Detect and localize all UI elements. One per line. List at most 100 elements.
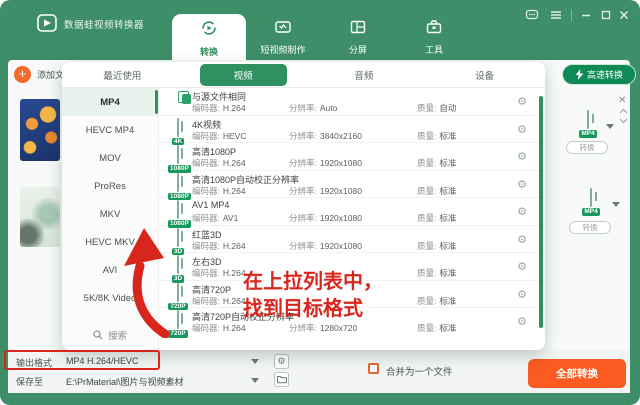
- tab-short-video[interactable]: 短视频制作: [252, 14, 314, 60]
- close-button[interactable]: [616, 8, 632, 24]
- output-format-label: 输出格式: [16, 356, 52, 369]
- format-row-same-as-source[interactable]: 与源文件相同 编码器:H.264 分辨率:Auto 质量:自动 ⚙: [159, 88, 545, 116]
- plus-icon: +: [14, 66, 31, 83]
- panel-tab-device-label: 设备: [441, 64, 528, 86]
- file2-action-button[interactable]: 转换: [569, 221, 611, 234]
- output-format-caret-icon[interactable]: [251, 359, 259, 364]
- save-path-value[interactable]: E:\PrMaterial\图片与视频素材: [66, 375, 184, 388]
- remove-file-icon[interactable]: ✕: [618, 96, 626, 106]
- app-window: 数据蛙视频转换器 转换 短视频制作: [0, 0, 640, 405]
- feedback-icon[interactable]: [524, 8, 540, 24]
- sidebar-item-mov[interactable]: MOV: [62, 144, 158, 172]
- tab-split-screen[interactable]: 分屏: [334, 14, 382, 60]
- row-settings-gear-icon[interactable]: ⚙: [517, 315, 527, 328]
- sidebar-item-label: HEVC MP4: [86, 125, 135, 136]
- format-name: AV1 MP4: [192, 200, 229, 210]
- panel-tab-strip: 最近使用 视频 音频 设备: [62, 62, 545, 88]
- format-row-1080p[interactable]: 1080P 高清1080P 编码器:H.264 分辨率:1920x1080 质量…: [159, 143, 545, 171]
- file1-format-caret-icon[interactable]: [606, 124, 614, 129]
- file2-action-label: 转换: [583, 222, 598, 233]
- panel-tab-device[interactable]: 设备: [424, 62, 545, 87]
- tv-icon: [252, 18, 314, 41]
- screen-icon: [177, 118, 179, 137]
- lightning-icon: [575, 69, 584, 80]
- screen-icon: [177, 200, 179, 219]
- output-format-value[interactable]: MP4 H.264/HEVC: [66, 356, 139, 366]
- convert-all-button[interactable]: 全部转换: [528, 359, 626, 388]
- sidebar-item-hevc-mkv[interactable]: HEVC MKV: [62, 228, 158, 256]
- format-list: 与源文件相同 编码器:H.264 分辨率:Auto 质量:自动 ⚙ 4K 4K视…: [159, 88, 545, 340]
- sidebar-item-avi[interactable]: AVI: [62, 256, 158, 284]
- format-row-720p[interactable]: 720P 高清720P 编码器:H.264 质量:标准 ⚙: [159, 281, 545, 309]
- scrollbar[interactable]: [539, 96, 543, 328]
- reorder-icons[interactable]: [619, 108, 628, 129]
- save-path-caret-icon[interactable]: [251, 378, 259, 383]
- format-row-anaglyph-3d[interactable]: 3D 红蓝3D 编码器:H.264 分辨率:1920x1080 质量:标准 ⚙: [159, 226, 545, 254]
- row-settings-gear-icon[interactable]: ⚙: [517, 178, 527, 191]
- sidebar-item-label: AVI: [103, 265, 118, 276]
- sidebar-item-label: ProRes: [94, 181, 126, 192]
- sidebar-item-label: MP4: [100, 97, 120, 108]
- format-row-av1[interactable]: 1080P AV1 MP4 编码器:AV1 分辨率:1920x1080 质量:标…: [159, 198, 545, 226]
- header-divider: [571, 9, 572, 21]
- toolbox-icon: [410, 18, 458, 41]
- format-row-sbs-3d[interactable]: 3D 左右3D 编码器:H.264 质量:标准 ⚙: [159, 253, 545, 281]
- format-row-4k[interactable]: 4K 4K视频 编码器:HEVC 分辨率:3840x2160 质量:标准 ⚙: [159, 116, 545, 144]
- sidebar-item-hevc-mp4[interactable]: HEVC MP4: [62, 116, 158, 144]
- tab-short-video-label: 短视频制作: [252, 43, 314, 56]
- file1-format-selector[interactable]: MP4: [575, 111, 601, 138]
- video-format-icon: [587, 110, 589, 129]
- format-row-720p-auto[interactable]: 720P 高清720P自动校正分辨率 编码器:H.264 分辨率:1280x72…: [159, 308, 545, 336]
- format-dropdown-panel: 最近使用 视频 音频 设备 MP4 HEVC MP4 MOV ProRes MK…: [62, 62, 545, 350]
- sidebar-item-prores[interactable]: ProRes: [62, 172, 158, 200]
- save-to-label: 保存至: [16, 375, 43, 388]
- panel-tab-recent-label: 最近使用: [69, 64, 175, 86]
- sidebar-item-mp4[interactable]: MP4: [62, 88, 158, 116]
- file1-action-button[interactable]: 转换: [566, 141, 608, 154]
- maximize-button[interactable]: [598, 8, 614, 24]
- row-settings-gear-icon[interactable]: ⚙: [517, 150, 527, 163]
- tab-convert-label: 转换: [172, 45, 246, 58]
- file1-format-badge: MP4: [579, 130, 596, 138]
- panel-tab-video-label: 视频: [200, 64, 287, 86]
- high-speed-convert-button[interactable]: 高速转换: [562, 64, 636, 85]
- resolution-badge: 720P: [168, 330, 187, 338]
- format-row-1080p-auto[interactable]: 1080P 高清1080P自动校正分辨率 编码器:H.264 分辨率:1920x…: [159, 171, 545, 199]
- sidebar-item-label: 5K/8K Video: [84, 293, 137, 304]
- screen-icon: [177, 173, 179, 192]
- search-icon: [93, 330, 103, 340]
- file2-format-badge: MP4: [582, 208, 599, 216]
- screen-icon: [177, 255, 179, 274]
- sidebar-item-label: MKV: [100, 209, 121, 220]
- tab-tools[interactable]: 工具: [410, 14, 458, 60]
- sidebar-item-5k8k[interactable]: 5K/8K Video: [62, 284, 158, 312]
- minimize-button[interactable]: [578, 8, 594, 24]
- video-thumbnail-1[interactable]: [20, 99, 60, 161]
- file2-format-selector[interactable]: MP4: [578, 189, 604, 216]
- panel-tab-recent[interactable]: 最近使用: [62, 62, 183, 87]
- search-field[interactable]: 搜索: [62, 328, 158, 342]
- window-title: 数据蛙视频转换器: [64, 17, 144, 31]
- sidebar-item-mkv[interactable]: MKV: [62, 200, 158, 228]
- merge-checkbox-label: 合并为一个文件: [386, 364, 453, 378]
- open-folder-icon[interactable]: [274, 372, 289, 387]
- video-thumbnail-2[interactable]: [20, 187, 60, 247]
- app-logo-icon: [36, 12, 58, 39]
- row-settings-gear-icon[interactable]: ⚙: [517, 205, 527, 218]
- row-settings-gear-icon[interactable]: ⚙: [517, 288, 527, 301]
- panel-tab-audio[interactable]: 音频: [304, 62, 425, 87]
- format-sidebar: MP4 HEVC MP4 MOV ProRes MKV HEVC MKV AVI…: [62, 88, 159, 350]
- screen-icon: [177, 145, 179, 164]
- file2-format-caret-icon[interactable]: [612, 202, 620, 207]
- tab-convert[interactable]: 转换: [172, 14, 246, 60]
- split-screen-icon: [334, 18, 382, 41]
- panel-tab-video[interactable]: 视频: [183, 62, 304, 87]
- row-settings-gear-icon[interactable]: ⚙: [517, 233, 527, 246]
- convert-icon: [172, 18, 246, 43]
- merge-checkbox[interactable]: [368, 363, 379, 374]
- menu-icon[interactable]: [548, 8, 564, 24]
- row-settings-gear-icon[interactable]: ⚙: [517, 260, 527, 273]
- row-settings-gear-icon[interactable]: ⚙: [517, 123, 527, 136]
- row-settings-gear-icon[interactable]: ⚙: [517, 95, 527, 108]
- output-settings-gear-icon[interactable]: ⚙: [274, 354, 289, 369]
